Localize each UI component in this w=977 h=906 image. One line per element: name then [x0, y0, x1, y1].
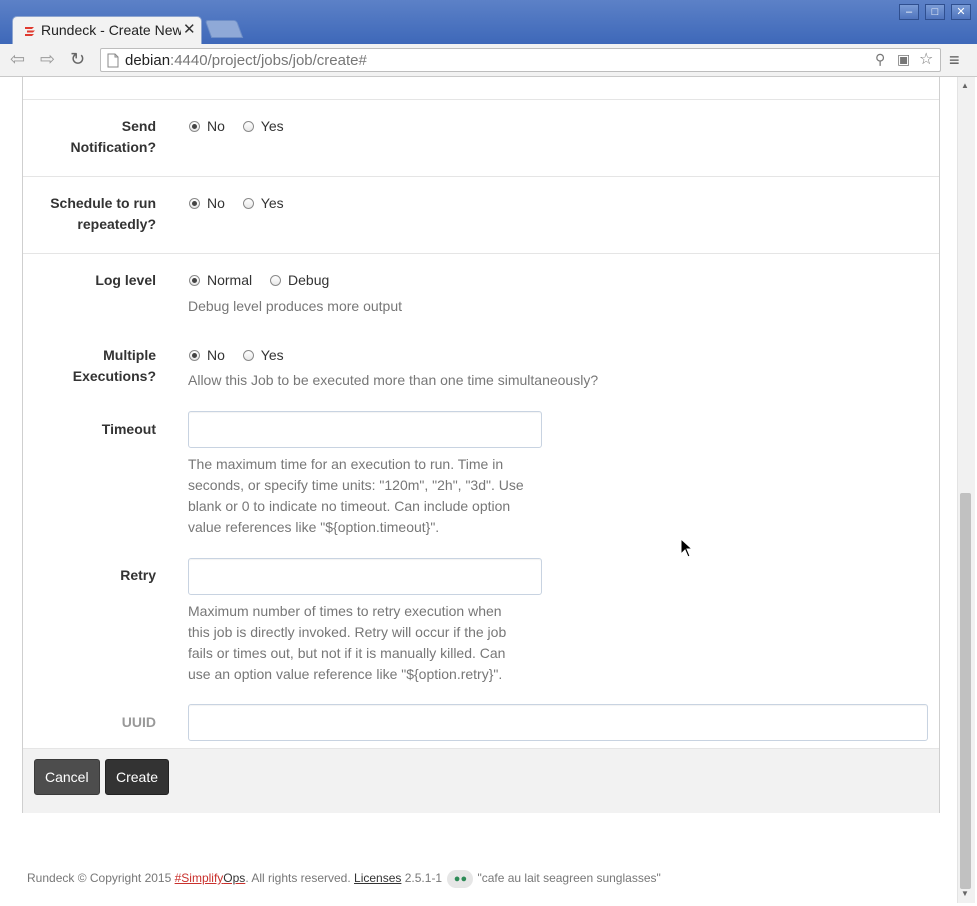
multiple-executions-yes-radio[interactable] — [242, 350, 254, 361]
log-level-label: Log level — [95, 272, 156, 288]
multiple-executions-no-radio[interactable] — [189, 350, 200, 361]
back-icon[interactable]: ⇦ — [10, 49, 25, 70]
url-host: debian — [125, 52, 171, 69]
multiple-executions-label: Multiple Executions? — [72, 347, 156, 384]
schedule-no-radio[interactable] — [189, 198, 200, 209]
schedule-yes-radio[interactable] — [242, 198, 254, 209]
schedule-label: Schedule to run repeatedly? — [50, 195, 156, 232]
minimize-icon[interactable]: – — [899, 4, 919, 20]
forward-icon[interactable]: ⇨ — [40, 49, 55, 70]
job-form-panel: Send Notification? No Yes Schedule to run… — [22, 77, 940, 813]
multiple-executions-help: Allow this Job to be executed more than … — [188, 372, 599, 388]
url-path: :4440/project/jobs/job/create# — [170, 52, 367, 69]
create-button[interactable]: Create — [105, 759, 170, 795]
scroll-up-icon[interactable]: ▲ — [961, 81, 969, 90]
bookmark-star-icon[interactable]: ☆ — [919, 49, 933, 69]
timeout-input[interactable] — [188, 411, 542, 448]
uuid-input[interactable] — [188, 704, 928, 741]
send-notification-no-radio[interactable] — [189, 121, 200, 132]
simplifyops-link[interactable]: #SimplifyOps — [175, 871, 246, 885]
browser-tab[interactable]: Rundeck - Create New Job ✕ — [12, 16, 202, 44]
timeout-help: The maximum time for an execution to run… — [188, 456, 524, 535]
version-text: 2.5.1-1 — [404, 871, 443, 886]
browser-titlebar: Rundeck - Create New Job ✕ – □ ✕ — [0, 0, 977, 44]
licenses-link[interactable]: Licenses — [354, 871, 401, 885]
log-level-normal-radio[interactable] — [189, 275, 200, 286]
chrome-menu-icon[interactable]: ≡ — [949, 50, 960, 71]
section-divider — [23, 253, 939, 254]
log-level-debug-radio[interactable] — [270, 275, 282, 286]
send-notification-label: Send Notification? — [70, 118, 156, 155]
multiple-executions-radios: No Yes — [189, 347, 298, 367]
cancel-button[interactable]: Cancel — [34, 759, 100, 795]
retry-input[interactable] — [188, 558, 542, 595]
log-level-help: Debug level produces more output — [188, 298, 403, 314]
uuid-label: UUID — [121, 714, 156, 730]
scrollbar-thumb[interactable] — [960, 493, 971, 889]
schedule-radios: No Yes — [189, 195, 298, 215]
address-bar[interactable]: debian:4440/project/jobs/job/create# ⚲ ▣… — [100, 48, 941, 72]
window-close-icon[interactable]: ✕ — [951, 4, 971, 20]
maximize-icon[interactable]: □ — [925, 4, 945, 20]
section-divider — [23, 176, 939, 177]
retry-help: Maximum number of times to retry executi… — [188, 603, 507, 682]
codename-text: "cafe au lait seagreen sunglasses" — [477, 871, 661, 886]
scroll-down-icon[interactable]: ▼ — [961, 889, 969, 898]
vertical-scrollbar[interactable]: ▲ ▼ — [957, 77, 975, 903]
search-icon[interactable]: ⚲ — [875, 51, 885, 68]
page-footer: Rundeck © Copyright 2015 #SimplifyOps. A… — [27, 870, 661, 888]
timeout-label: Timeout — [101, 421, 156, 437]
send-notification-radios: No Yes — [189, 118, 298, 138]
browser-toolbar: ⇦ ⇨ ↻ debian:4440/project/jobs/job/creat… — [0, 44, 977, 77]
mouse-cursor-icon — [680, 538, 694, 558]
section-divider — [23, 99, 939, 100]
form-actions-bar: Cancel Create — [23, 748, 939, 813]
rundeck-logo-icon — [25, 27, 35, 36]
sunglasses-icon: ●● — [447, 870, 474, 888]
tab-title: Rundeck - Create New Job — [41, 22, 181, 38]
page-viewport: Send Notification? No Yes Schedule to run… — [0, 77, 957, 903]
send-notification-yes-radio[interactable] — [242, 121, 254, 132]
page-icon — [107, 53, 119, 68]
reload-icon[interactable]: ↻ — [70, 49, 85, 70]
log-level-radios: Normal Debug — [189, 272, 343, 292]
translate-icon[interactable]: ▣ — [897, 51, 910, 68]
retry-label: Retry — [120, 567, 156, 583]
tab-close-icon[interactable]: ✕ — [183, 20, 196, 38]
new-tab-button[interactable] — [204, 20, 244, 38]
